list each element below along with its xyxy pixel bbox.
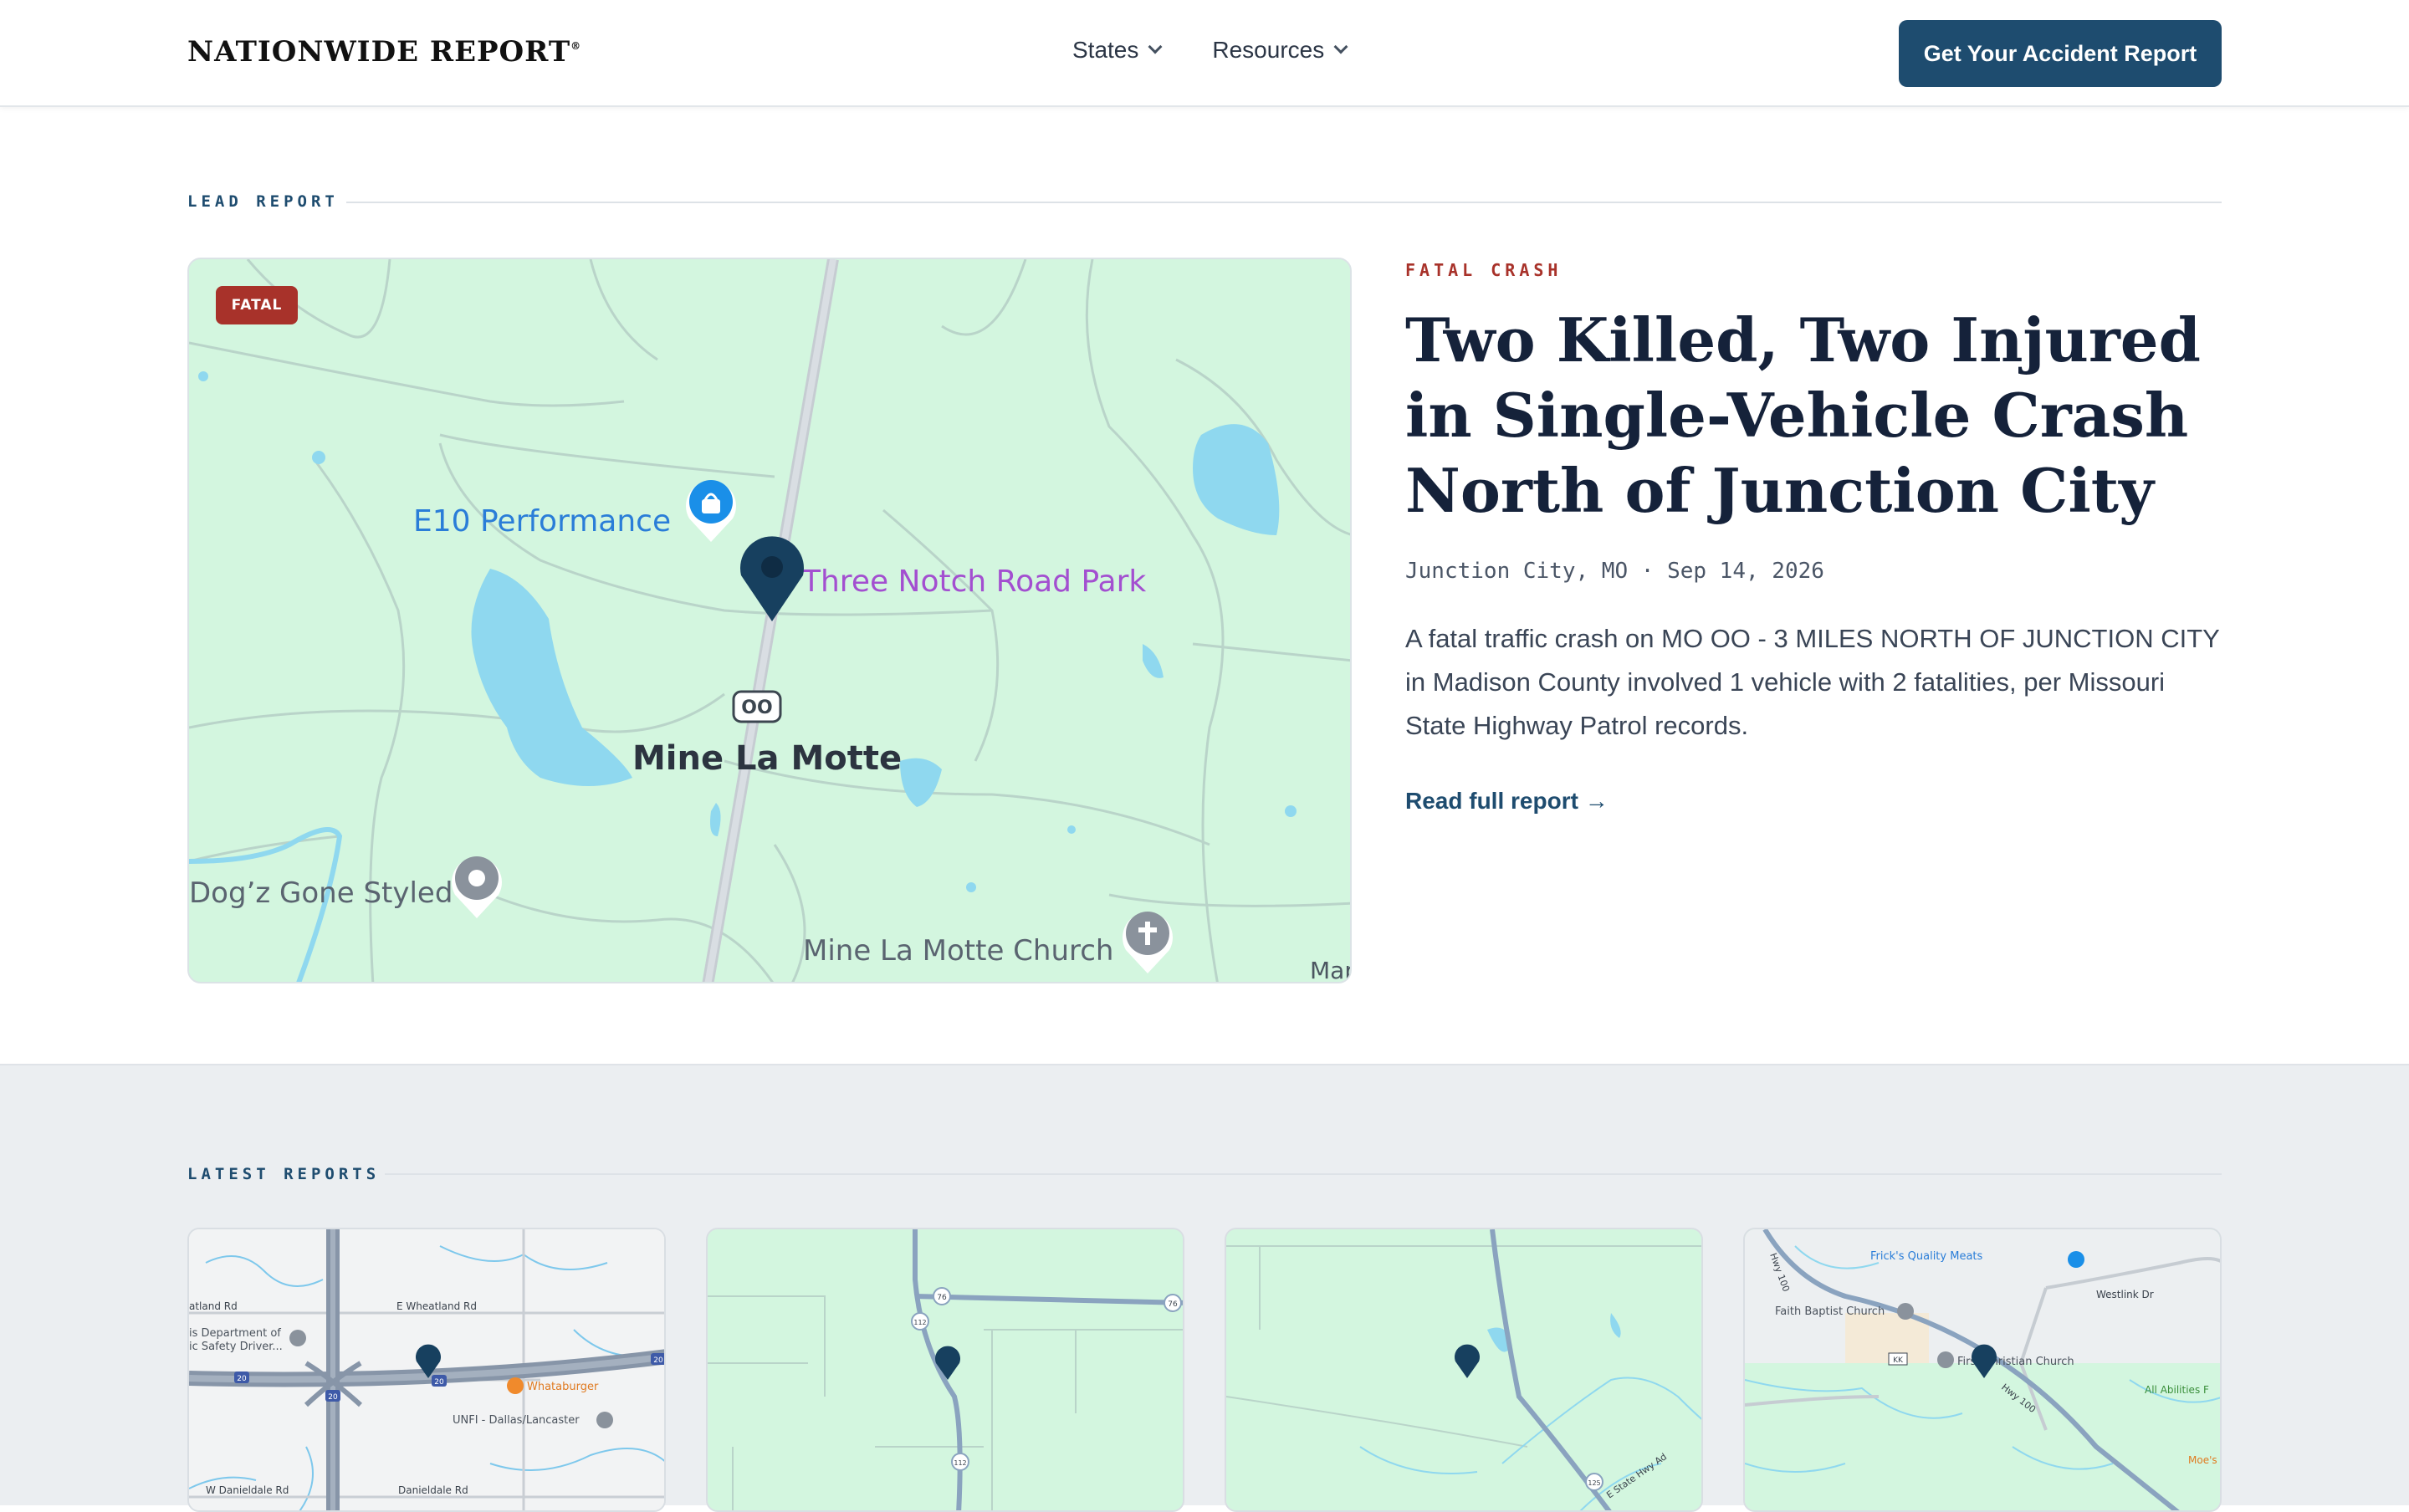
lead-report-section-label: LEAD REPORT	[187, 192, 339, 211]
route-shield-label: 76	[937, 1294, 947, 1302]
poi-label: is Department of	[189, 1327, 281, 1340]
poi-label: ic Safety Driver...	[189, 1341, 283, 1353]
interstate-shield-label: 20	[653, 1356, 663, 1365]
map-attribution: Map	[1310, 957, 1352, 983]
poi-label: UNFI - Dallas/Lancaster	[453, 1414, 580, 1427]
site-logo[interactable]: NATIONWIDE REPORT®	[187, 35, 581, 69]
road-label: Westlink Dr	[2096, 1289, 2154, 1300]
get-accident-report-button[interactable]: Get Your Accident Report	[1899, 20, 2222, 87]
interstate-shield-label: 20	[237, 1375, 247, 1383]
poi-label: Moe's	[2188, 1454, 2217, 1466]
town-label-mine-la-motte: Mine La Motte	[632, 739, 902, 778]
nav-resources-label: Resources	[1212, 37, 1325, 63]
poi-label-e10-performance: E10 Performance	[413, 504, 671, 539]
section-divider	[346, 202, 2222, 203]
restaurant-icon	[507, 1377, 524, 1394]
nav-states-label: States	[1072, 37, 1139, 63]
route-shield-label: 112	[954, 1459, 966, 1467]
section-divider	[385, 1173, 2222, 1175]
report-card[interactable]: 125 E State Hwy Ad	[1225, 1228, 1703, 1512]
interstate-shield-label: 20	[328, 1393, 338, 1402]
route-shield-label: KK	[1893, 1356, 1904, 1365]
lead-map[interactable]: OO E10 Performance Three Notch Road Park…	[187, 258, 1352, 983]
logo-mark: ®	[570, 40, 582, 52]
poi-label: All Abilities F	[2145, 1384, 2209, 1396]
chevron-down-icon	[1333, 39, 1348, 54]
poi-marker-icon	[289, 1330, 306, 1346]
poi-label-mine-la-motte-church: Mine La Motte Church	[803, 934, 1113, 968]
road-label: E Wheatland Rd	[396, 1300, 477, 1312]
poi-marker-icon	[596, 1412, 613, 1428]
latest-reports-section-label: LATEST REPORTS	[187, 1165, 381, 1183]
read-full-report-link[interactable]: Read full report →	[1405, 788, 1609, 815]
article-meta: Junction City, MO · Sep 14, 2026	[1405, 559, 1824, 584]
logo-text: NATIONWIDE REPORT	[187, 35, 571, 69]
poi-label: Faith Baptist Church	[1775, 1305, 1885, 1318]
shopping-bag-icon	[2068, 1251, 2084, 1268]
chevron-down-icon	[1148, 39, 1163, 54]
site-header: NATIONWIDE REPORT® States Resources Get …	[0, 0, 2409, 107]
route-shield-label: 112	[913, 1319, 926, 1326]
nav-states[interactable]: States	[1072, 37, 1163, 64]
poi-label: Frick's Quality Meats	[1870, 1250, 1983, 1263]
poi-label-three-notch-road-park: Three Notch Road Park	[801, 564, 1146, 599]
nav-resources[interactable]: Resources	[1212, 37, 1348, 64]
route-shield-label: 125	[1588, 1479, 1600, 1487]
lead-headline[interactable]: Two Killed, Two Injured in Single-Vehicl…	[1405, 303, 2208, 529]
lead-map-canvas: OO E10 Performance Three Notch Road Park…	[189, 259, 1352, 983]
report-card-map: Frick's Quality Meats Faith Baptist Chur…	[1745, 1229, 2220, 1510]
article-summary: A fatal traffic crash on MO OO - 3 MILES…	[1405, 624, 2220, 740]
report-card[interactable]: 76 76 112 112	[706, 1228, 1184, 1512]
road-label: Danieldale Rd	[398, 1484, 468, 1496]
report-card-map: 20 20 20 20 atland Rd E Wheatland Rd is …	[189, 1229, 664, 1510]
poi-label: Whataburger	[527, 1381, 599, 1393]
road-label: atland Rd	[189, 1300, 238, 1312]
report-card-map: 76 76 112 112	[708, 1229, 1183, 1510]
fatal-badge: FATAL	[216, 286, 298, 324]
report-card[interactable]: Frick's Quality Meats Faith Baptist Chur…	[1743, 1228, 2222, 1512]
route-shield-label: 76	[1168, 1300, 1178, 1309]
report-card[interactable]: 20 20 20 20 atland Rd E Wheatland Rd is …	[187, 1228, 666, 1512]
interstate-shield-label: 20	[434, 1378, 444, 1387]
article-kicker: FATAL CRASH	[1405, 260, 1563, 280]
poi-label-dogz-gone-styled: Dog’z Gone Styled	[189, 876, 453, 910]
church-cross-icon	[1937, 1351, 1954, 1368]
route-shield-label: OO	[741, 697, 772, 718]
road-label: W Danieldale Rd	[206, 1484, 289, 1496]
main-nav: States Resources	[1072, 37, 1348, 64]
church-cross-icon	[1897, 1303, 1914, 1320]
report-card-map: 125 E State Hwy Ad	[1226, 1229, 1701, 1510]
